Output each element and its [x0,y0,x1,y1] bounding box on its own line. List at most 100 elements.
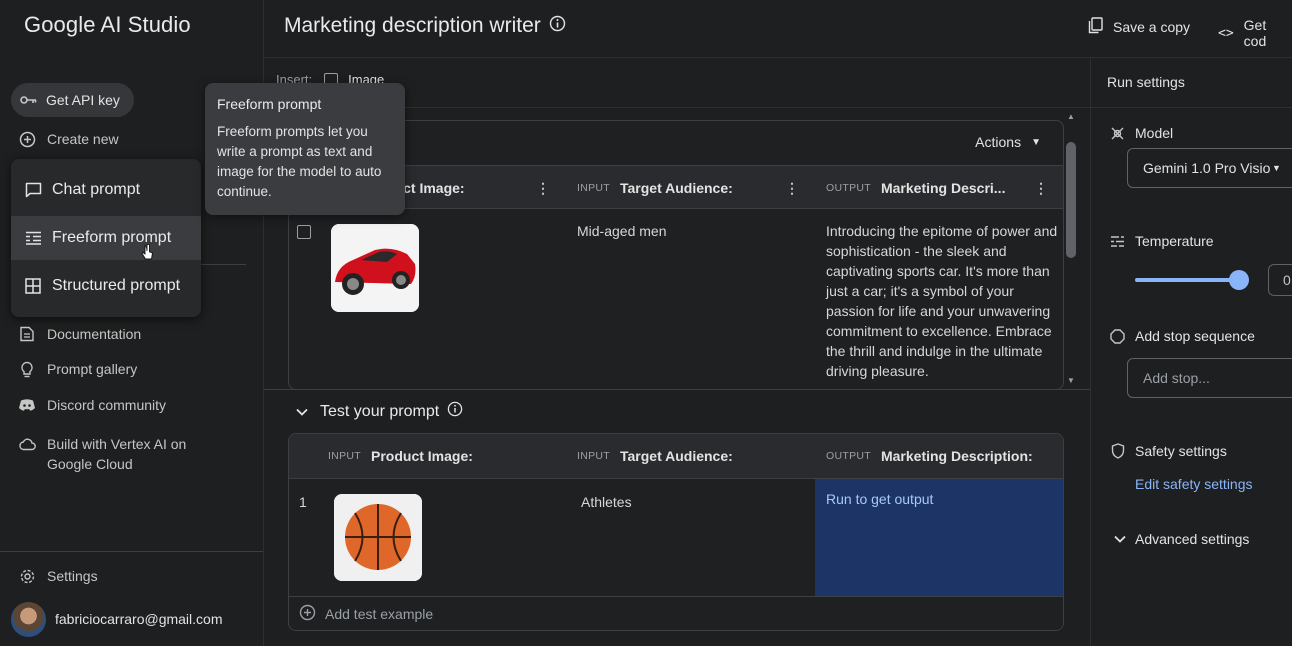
test-column-headers: INPUT Product Image: INPUT Target Audien… [289,434,1063,479]
discord-icon [18,396,36,414]
sidebar-item-label: Prompt gallery [47,361,138,377]
sidebar-item-documentation[interactable]: Documentation [18,325,141,343]
get-api-key-button[interactable]: Get API key [11,83,134,117]
docs-icon [18,325,36,343]
freeform-tooltip: Freeform prompt Freeform prompts let you… [205,83,405,215]
bulb-icon [18,360,36,378]
gear-icon [18,567,36,585]
column-tag: INPUT [577,450,610,462]
create-new-button[interactable]: Create new [18,130,119,148]
actions-menu[interactable]: Actions ▼ [975,134,1041,150]
safety-settings-label-text: Safety settings [1135,443,1227,459]
advanced-settings-toggle[interactable]: Advanced settings [1113,531,1249,547]
more-vert-icon[interactable]: ⋮ [1034,180,1048,197]
add-test-example-label: Add test example [325,606,434,622]
panel-divider [264,389,1090,390]
column-header-label: Marketing Description: [880,448,1033,464]
more-vert-icon[interactable]: ⋮ [536,180,550,197]
more-vert-icon[interactable]: ⋮ [785,180,799,197]
shield-icon [1109,443,1126,459]
test-prompt-header[interactable]: Test your prompt [296,401,463,422]
copy-icon [1088,17,1103,37]
tooltip-title: Freeform prompt [217,96,322,112]
output-placeholder: Run to get output [826,491,934,507]
get-code-button[interactable]: <> Get cod [1218,17,1292,49]
sidebar-bottom-divider [0,551,263,552]
page-title: Marketing description writer [284,14,566,38]
app-logo[interactable]: Google AI Studio [24,12,191,38]
scroll-down-icon[interactable]: ▼ [1067,376,1075,385]
cloud-icon [18,435,36,453]
sidebar-item-label: Discord community [47,397,167,413]
examples-header: es Actions ▼ [289,121,1063,165]
model-label: Model [1109,125,1173,141]
menu-item-chat-prompt[interactable]: Chat prompt [11,168,201,212]
table-icon [24,277,42,295]
sidebar-item-discord[interactable]: Discord community [18,396,166,414]
test-table: INPUT Product Image: INPUT Target Audien… [288,433,1064,631]
prompt-title[interactable]: Marketing description writer [284,14,541,38]
column-header-label: Target Audience: [620,180,733,196]
temperature-label: Temperature [1109,233,1214,249]
scroll-thumb[interactable] [1066,142,1076,258]
menu-item-freeform-prompt[interactable]: Freeform prompt [11,216,201,260]
model-select[interactable]: Gemini 1.0 Pro Vision ▼ [1127,148,1292,188]
temperature-slider-track[interactable] [1135,278,1239,282]
edit-safety-settings-link[interactable]: Edit safety settings [1135,476,1253,492]
temperature-input[interactable]: 0 [1268,264,1292,296]
column-tag: INPUT [577,182,610,194]
scroll-up-icon[interactable]: ▲ [1067,112,1075,121]
advanced-settings-label: Advanced settings [1135,531,1250,547]
run-settings-divider [1091,107,1292,108]
output-cell[interactable]: Run to get output [815,479,1063,597]
column-header[interactable]: INPUT Target Audience: [577,180,733,196]
column-header[interactable]: INPUT Product Image: [328,448,473,464]
chevron-down-icon [1113,535,1126,543]
run-settings-title: Run settings [1107,74,1185,90]
test-prompt-title: Test your prompt [320,402,440,420]
temperature-slider-handle[interactable] [1229,270,1249,290]
column-header[interactable]: INPUT Target Audience: [577,448,733,464]
avatar[interactable] [11,602,46,637]
info-icon[interactable] [549,14,566,38]
info-icon[interactable] [447,401,463,422]
stop-sequence-label: Add stop sequence [1109,328,1255,344]
save-copy-button[interactable]: Save a copy [1088,17,1190,37]
row-checkbox[interactable] [297,225,311,239]
tune-icon [1109,234,1126,249]
add-circle-icon [18,130,36,148]
row-index: 1 [299,494,307,510]
caret-down-icon: ▼ [1031,136,1041,148]
column-tag: OUTPUT [826,450,871,462]
key-icon [20,94,38,106]
chat-icon [24,181,42,199]
audience-cell[interactable]: Mid-aged men [577,221,667,241]
add-test-example-button[interactable]: Add test example [299,604,433,624]
column-header[interactable]: OUTPUT Marketing Descri... [826,180,1005,196]
sidebar-item-label: Documentation [47,326,142,342]
sidebar-item-vertex[interactable]: Build with Vertex AI on Google Cloud [18,434,207,474]
get-code-label: Get cod [1243,17,1267,49]
audience-cell[interactable]: Athletes [581,492,632,512]
sidebar-item-label: Settings [47,568,98,584]
column-header-label: Target Audience: [620,448,733,464]
run-settings-panel [1090,58,1292,646]
tooltip-body: Freeform prompts let you write a prompt … [217,124,382,199]
examples-column-headers: duct Image: ⋮ INPUT Target Audience: ⋮ O… [289,165,1063,209]
save-copy-label: Save a copy [1113,19,1191,35]
menu-item-label: Chat prompt [52,181,141,198]
sidebar-item-settings[interactable]: Settings [18,567,98,585]
output-cell[interactable]: Introducing the epitome of power and sop… [826,221,1058,381]
row-divider [289,596,1063,597]
stop-sequence-input[interactable]: Add stop... [1127,358,1292,398]
menu-item-structured-prompt[interactable]: Structured prompt [11,264,201,308]
column-tag: OUTPUT [826,182,871,194]
user-email: fabriciocarraro@gmail.com [55,611,223,627]
mouse-cursor-icon [141,243,154,266]
sidebar-item-label: Build with Vertex AI on Google Cloud [47,436,187,472]
freeform-icon [24,229,42,247]
basketball-image[interactable] [334,494,422,581]
sidebar-item-prompt-gallery[interactable]: Prompt gallery [18,360,137,378]
column-header[interactable]: OUTPUT Marketing Description: [826,448,1033,464]
red-sports-car-image[interactable] [331,224,419,312]
